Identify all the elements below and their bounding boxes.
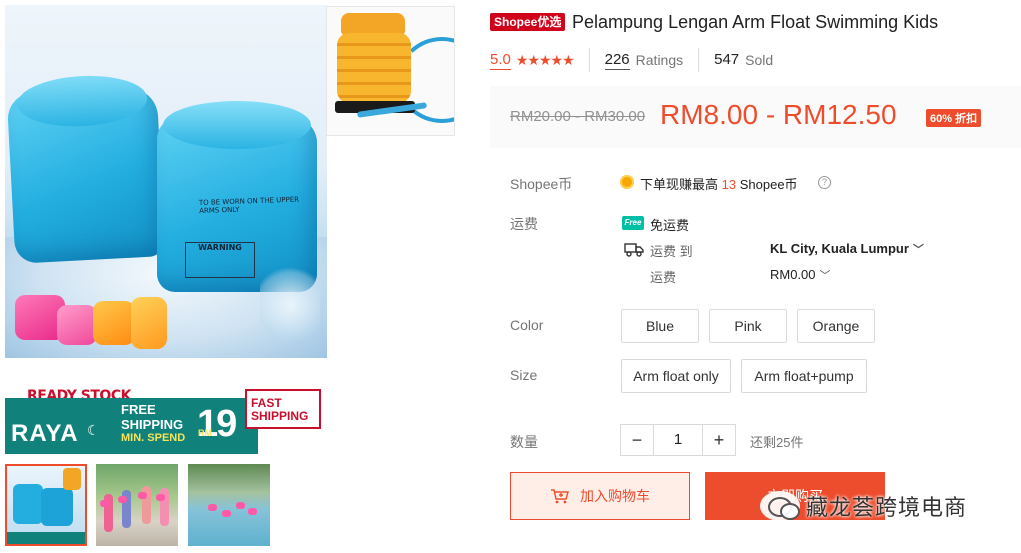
size-option-arm-float-pump[interactable]: Arm float+pump	[741, 359, 867, 393]
main-product-image[interactable]: TO BE WORN ON THE UPPER ARMS ONLY WARNIN…	[5, 5, 327, 358]
coins-amount: 13	[721, 177, 737, 192]
shipping-to-label: 运费 到	[650, 244, 693, 259]
shipping-text: SHIPPING	[121, 417, 184, 432]
raya-free-shipping-banner: RAYA ☾ FREE SHIPPING MIN. SPEND 19 RM	[5, 398, 258, 454]
size-label: Size	[510, 367, 538, 383]
color-option-blue[interactable]: Blue	[621, 309, 699, 343]
thumbnail-strip	[5, 464, 305, 546]
thumbnail-1[interactable]	[5, 464, 87, 546]
cart-plus-icon	[551, 489, 569, 504]
truck-icon	[624, 243, 644, 257]
rating-value[interactable]: 5.0	[490, 51, 511, 70]
increase-quantity-button[interactable]: +	[703, 425, 735, 455]
thumbnail-3[interactable]	[188, 464, 270, 546]
shipping-fee-label: 运费	[650, 270, 677, 285]
add-to-cart-button[interactable]: 加入购物车	[510, 472, 690, 520]
promo-banner: READY STOCK RAYA ☾ FREE SHIPPING MIN. SP…	[5, 388, 325, 458]
color-option-orange[interactable]: Orange	[797, 309, 875, 343]
shopee-preferred-badge: Shopee优选	[490, 13, 566, 31]
product-title: Pelampung Lengan Arm Float Swimming Kids	[572, 12, 939, 32]
quantity-input[interactable]: 1	[653, 425, 703, 455]
help-icon[interactable]: ?	[818, 176, 831, 189]
float-print-text: TO BE WORN ON THE UPPER ARMS ONLY	[198, 195, 300, 216]
wechat-icon	[760, 491, 800, 521]
star-rating-icon: ★★★★★	[515, 51, 575, 68]
wechat-watermark: 藏龙荟跨境电商	[760, 490, 967, 522]
color-label: Color	[510, 317, 544, 333]
thumbnail-2[interactable]	[96, 464, 178, 546]
free-shipping-text: 免运费	[650, 218, 690, 233]
decrease-quantity-button[interactable]: −	[621, 425, 653, 455]
orange-float-1	[93, 301, 135, 345]
coins-info: 下单现赚最高 13 Shopee币	[640, 177, 798, 192]
chevron-down-icon: ﹀	[912, 244, 924, 256]
discount-badge: 60% 折扣	[926, 109, 982, 127]
crescent-moon-icon: ☾	[87, 422, 100, 438]
min-spend-text: MIN. SPEND	[121, 432, 186, 444]
coin-icon	[620, 175, 634, 189]
raya-text: RAYA	[11, 420, 79, 447]
min-spend-currency: RM	[198, 428, 212, 438]
float-warning-label: WARNING	[185, 242, 255, 278]
pump-cap	[341, 13, 405, 35]
fast-shipping-stamp: FAST SHIPPING	[245, 389, 321, 429]
price-section: RM20.00 - RM30.00 RM8.00 - RM12.50 60% 折…	[490, 86, 1021, 148]
current-price: RM8.00 - RM12.50	[660, 99, 897, 130]
shipping-label: 运费	[510, 216, 538, 232]
ratings-count[interactable]: 226	[604, 51, 630, 70]
product-stats: 5.0 ★★★★★ 226 Ratings 547 Sold	[490, 48, 773, 72]
sold-count: 547	[714, 51, 740, 68]
arm-float-left	[6, 72, 166, 264]
shipping-fee-select[interactable]: RM0.00 ﹀	[770, 267, 831, 283]
quantity-label: 数量	[510, 434, 538, 450]
orange-float-2	[131, 297, 167, 349]
free-text: FREE	[121, 402, 156, 417]
min-spend-amount: 19	[197, 403, 237, 445]
quantity-stepper: − 1 +	[620, 424, 736, 456]
coins-label: Shopee币	[510, 176, 573, 192]
watermark-text: 藏龙荟跨境电商	[806, 496, 968, 521]
stock-remaining: 还剩25件	[750, 435, 804, 450]
original-price: RM20.00 - RM30.00	[510, 108, 646, 125]
sold-label: Sold	[745, 52, 774, 68]
ratings-label: Ratings	[635, 52, 684, 68]
pink-float-2	[57, 305, 97, 345]
size-option-arm-float-only[interactable]: Arm float only	[621, 359, 731, 393]
water-splash	[260, 260, 320, 350]
pump-bellows	[337, 33, 411, 103]
chevron-down-icon: ﹀	[819, 270, 831, 282]
color-option-pink[interactable]: Pink	[709, 309, 787, 343]
free-shipping-icon: Free	[622, 216, 644, 230]
shipping-location-select[interactable]: KL City, Kuala Lumpur ﹀	[770, 241, 924, 257]
pump-product-image[interactable]	[326, 6, 455, 136]
